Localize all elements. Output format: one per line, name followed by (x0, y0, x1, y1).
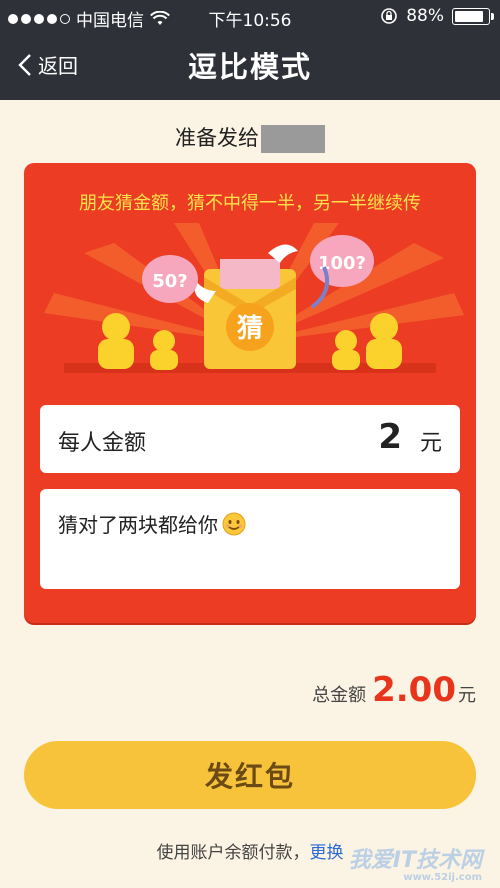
send-red-packet-button[interactable]: 发红包 (24, 741, 476, 809)
recipient-name-redacted (261, 125, 325, 153)
amount-unit: 元 (419, 431, 442, 456)
amount-field[interactable]: 每人金额 2 元 (40, 405, 460, 473)
recipient-prefix: 准备发给 (175, 126, 259, 150)
watermark-text: 我爱IT技术网 (348, 848, 482, 873)
message-text[interactable]: 猜对了两块都给你 (58, 509, 218, 538)
red-packet-card: 朋友猜金额，猜不中得一半，另一半继续传 猜 50? 100? 每人金额 2 元 … (24, 163, 476, 623)
watermark-url: www.52ij.com (403, 872, 482, 883)
total-value: 2.00 (372, 670, 456, 710)
status-bar: 中国电信 下午10:56 88% (0, 0, 500, 34)
battery-percent: 88% (406, 6, 444, 26)
guess-banner-illustration: 猜 50? 100? (44, 223, 464, 373)
recipient-line: 准备发给 (0, 122, 500, 153)
amount-input[interactable]: 2 (378, 417, 402, 457)
rotation-lock-icon (381, 8, 398, 24)
total-unit: 元 (458, 685, 476, 706)
payment-note: 使用账户余额付款， (156, 843, 310, 863)
total-label: 总金额 (312, 685, 367, 706)
top-bar: 中国电信 下午10:56 88% 返回 逗比模式 (0, 0, 500, 100)
total-amount: 总金额 2.00 元 (312, 670, 476, 710)
message-field[interactable]: 猜对了两块都给你 (40, 489, 460, 589)
card-headline: 朋友猜金额，猜不中得一半，另一半继续传 (79, 193, 421, 214)
amount-label: 每人金额 (58, 431, 147, 456)
bubble-left: 50? (152, 271, 188, 292)
change-payment-link[interactable]: 更换 (310, 843, 344, 863)
battery-icon (452, 7, 494, 25)
page-title: 逗比模式 (187, 50, 312, 84)
envelope-guess-char: 猜 (236, 314, 263, 344)
site-watermark: 我爱IT技术网 www.52ij.com (349, 842, 482, 883)
smiley-emoji-icon (222, 512, 246, 535)
